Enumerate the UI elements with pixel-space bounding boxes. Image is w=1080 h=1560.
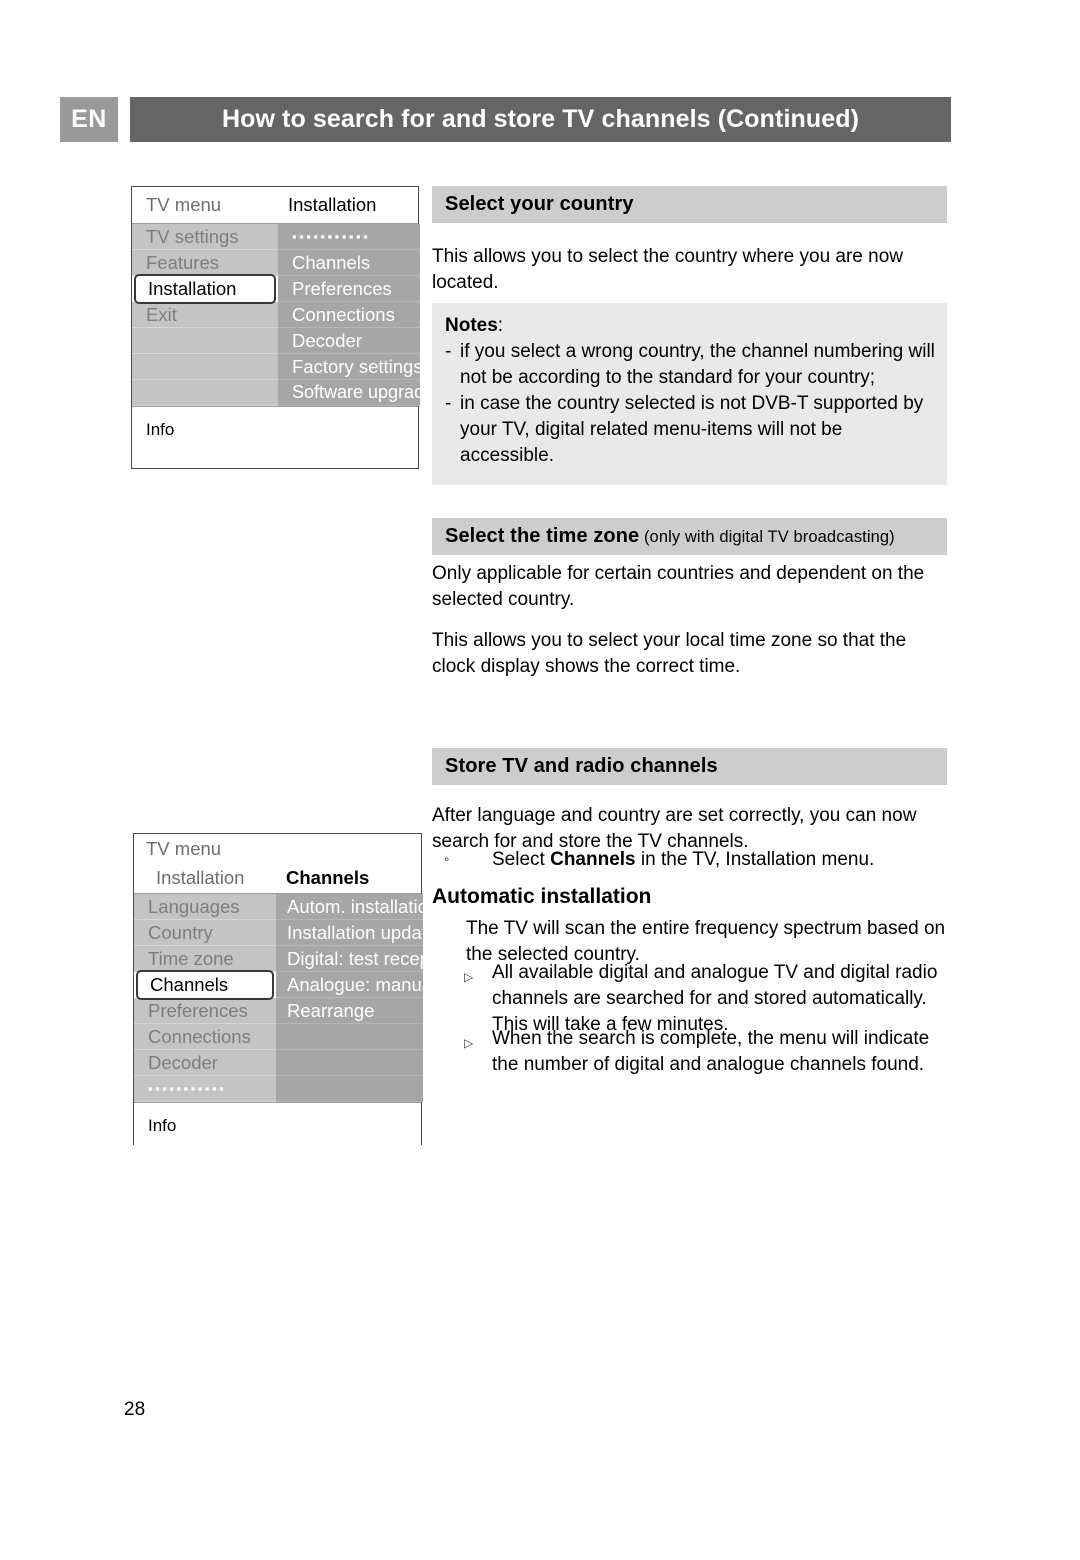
table-row: Exit Connections xyxy=(132,302,420,328)
table-row: ▪▪▪▪▪▪▪▪▪▪▪ xyxy=(134,1076,423,1102)
heading-select-your-country: Select your country xyxy=(432,186,947,223)
tv-menu-diagram-installation: TV menu Installation TV settings ▪▪▪▪▪▪▪… xyxy=(131,186,420,469)
bullet-select-channels-text: Select Channels in the TV, Installation … xyxy=(492,847,954,873)
menu-1-left-item-3[interactable]: Exit xyxy=(132,302,278,328)
table-row: Factory settings xyxy=(132,354,420,380)
heading-store-tv-radio-channels: Store TV and radio channels xyxy=(432,748,947,785)
bullet-auto-install-1-text: When the search is complete, the menu wi… xyxy=(492,1028,930,1075)
table-row: TV settings ▪▪▪▪▪▪▪▪▪▪▪ xyxy=(132,224,420,250)
menu-2-left-item-2[interactable]: Time zone xyxy=(134,946,276,972)
language-badge: EN xyxy=(60,97,118,142)
paragraph-time-zone-1: Only applicable for certain countries an… xyxy=(432,563,925,610)
table-row: Software upgrade xyxy=(132,380,420,406)
table-row: Channels Analogue: manual.. xyxy=(134,970,423,1000)
table-row: Decoder xyxy=(132,328,420,354)
menu-2-titlebar-top: TV menu xyxy=(134,834,421,863)
page-number: 28 xyxy=(124,1399,146,1420)
menu-1-right-item-1[interactable]: Channels xyxy=(278,250,420,276)
circle-bullet-icon: ◦ xyxy=(444,851,450,868)
heading-automatic-installation: Automatic installation xyxy=(432,885,652,908)
triangle-bullet-icon: ▷ xyxy=(464,970,474,984)
table-row: Decoder xyxy=(134,1050,423,1076)
tv-menu-diagram-channels: TV menu Installation Channels Languages … xyxy=(133,833,423,1148)
menu-2-right-item-3[interactable]: Analogue: manual.. xyxy=(276,972,423,998)
menu-1-left-empty-1 xyxy=(132,354,278,380)
menu-2-left-item-1[interactable]: Country xyxy=(134,920,276,946)
bullet-post-text: in the TV, Installation menu. xyxy=(635,849,875,870)
menu-2-left-item-3-selected[interactable]: Channels xyxy=(136,970,274,1000)
table-row: Installation Preferences xyxy=(132,274,420,304)
menu-1-left-empty-2 xyxy=(132,380,278,406)
menu-2-left-item-0[interactable]: Languages xyxy=(134,894,276,920)
table-row: Country Installation update xyxy=(134,920,423,946)
menu-1-title-left: TV menu xyxy=(146,194,222,215)
menu-1-right-item-3[interactable]: Connections xyxy=(278,302,420,328)
table-row: Time zone Digital: test recept.. xyxy=(134,946,423,972)
menu-1-info: Info xyxy=(132,406,418,452)
menu-1-left-item-0[interactable]: TV settings xyxy=(132,224,278,250)
table-row: Languages Autom. installation xyxy=(134,894,423,920)
notes-colon: : xyxy=(497,315,504,336)
menu-2-right-item-2[interactable]: Digital: test recept.. xyxy=(276,946,423,972)
heading-select-time-zone-subtext: (only with digital TV broadcasting) xyxy=(639,528,895,546)
menu-2-title-top: TV menu xyxy=(146,837,222,859)
dots-placeholder-icon: ▪▪▪▪▪▪▪▪▪▪▪ xyxy=(148,1081,227,1096)
paragraph-select-country: This allows you to select the country wh… xyxy=(432,246,904,293)
notes-title-text: Notes xyxy=(445,315,498,336)
menu-1-right-item-4[interactable]: Decoder xyxy=(278,328,420,354)
bullet-auto-install-1: ▷ When the search is complete, the menu … xyxy=(464,1026,954,1078)
notes-box-select-country: Notes: if you select a wrong country, th… xyxy=(432,303,947,485)
bullet-select-channels: ◦ Select Channels in the TV, Installatio… xyxy=(444,847,954,873)
menu-2-right-item-4[interactable]: Rearrange xyxy=(276,998,423,1024)
menu-1-left-item-2-selected[interactable]: Installation xyxy=(134,274,276,304)
heading-select-time-zone: Select the time zone (only with digital … xyxy=(432,518,947,555)
menu-1-rows: TV settings ▪▪▪▪▪▪▪▪▪▪▪ Features Channel… xyxy=(132,224,420,406)
menu-2-right-item-1[interactable]: Installation update xyxy=(276,920,423,946)
menu-2-title-right: Channels xyxy=(286,867,370,888)
dots-placeholder-icon: ▪▪▪▪▪▪▪▪▪▪▪ xyxy=(292,229,371,244)
menu-1-right-item-0[interactable]: ▪▪▪▪▪▪▪▪▪▪▪ xyxy=(278,224,420,250)
menu-2-right-item-0[interactable]: Autom. installation xyxy=(276,894,423,920)
menu-2-title-left: Installation xyxy=(156,867,245,888)
menu-2-right-empty-1 xyxy=(276,1050,423,1076)
menu-1-left-empty-0 xyxy=(132,328,278,354)
menu-2-right-empty-2 xyxy=(276,1076,423,1102)
page-header: EN How to search for and store TV channe… xyxy=(60,97,951,142)
notes-list: if you select a wrong country, the chann… xyxy=(445,339,937,469)
paragraph-time-zone-2: This allows you to select your local tim… xyxy=(432,630,907,677)
menu-2-left-item-7[interactable]: ▪▪▪▪▪▪▪▪▪▪▪ xyxy=(134,1076,276,1102)
table-row: Features Channels xyxy=(132,250,420,276)
menu-2-titlebar: Installation Channels xyxy=(134,863,421,894)
menu-1-right-item-2[interactable]: Preferences xyxy=(278,276,420,302)
menu-2-left-item-4[interactable]: Preferences xyxy=(134,998,276,1024)
menu-1-left-item-1[interactable]: Features xyxy=(132,250,278,276)
table-row: Connections xyxy=(134,1024,423,1050)
bullet-pre-text: Select xyxy=(492,849,551,870)
menu-2-right-empty-0 xyxy=(276,1024,423,1050)
menu-2-left-item-6[interactable]: Decoder xyxy=(134,1050,276,1076)
heading-select-your-country-text: Select your country xyxy=(445,193,634,215)
menu-1-right-item-5[interactable]: Factory settings xyxy=(278,354,420,380)
menu-2-info: Info xyxy=(134,1102,421,1148)
triangle-bullet-icon: ▷ xyxy=(464,1036,474,1050)
page-title: How to search for and store TV channels … xyxy=(130,97,951,142)
table-row: Preferences Rearrange xyxy=(134,998,423,1024)
notes-label: Notes: xyxy=(445,313,937,339)
list-item: in case the country selected is not DVB-… xyxy=(445,391,937,469)
bullet-bold-text: Channels xyxy=(550,849,636,870)
list-item: if you select a wrong country, the chann… xyxy=(445,339,937,391)
heading-store-tv-radio-channels-text: Store TV and radio channels xyxy=(445,755,718,777)
menu-1-titlebar: TV menu Installation xyxy=(132,187,418,224)
menu-1-title-right: Installation xyxy=(288,194,377,215)
menu-1-right-item-6[interactable]: Software upgrade xyxy=(278,380,420,406)
heading-select-time-zone-text: Select the time zone xyxy=(445,525,640,547)
menu-2-rows: Languages Autom. installation Country In… xyxy=(134,894,423,1102)
menu-2-left-item-5[interactable]: Connections xyxy=(134,1024,276,1050)
